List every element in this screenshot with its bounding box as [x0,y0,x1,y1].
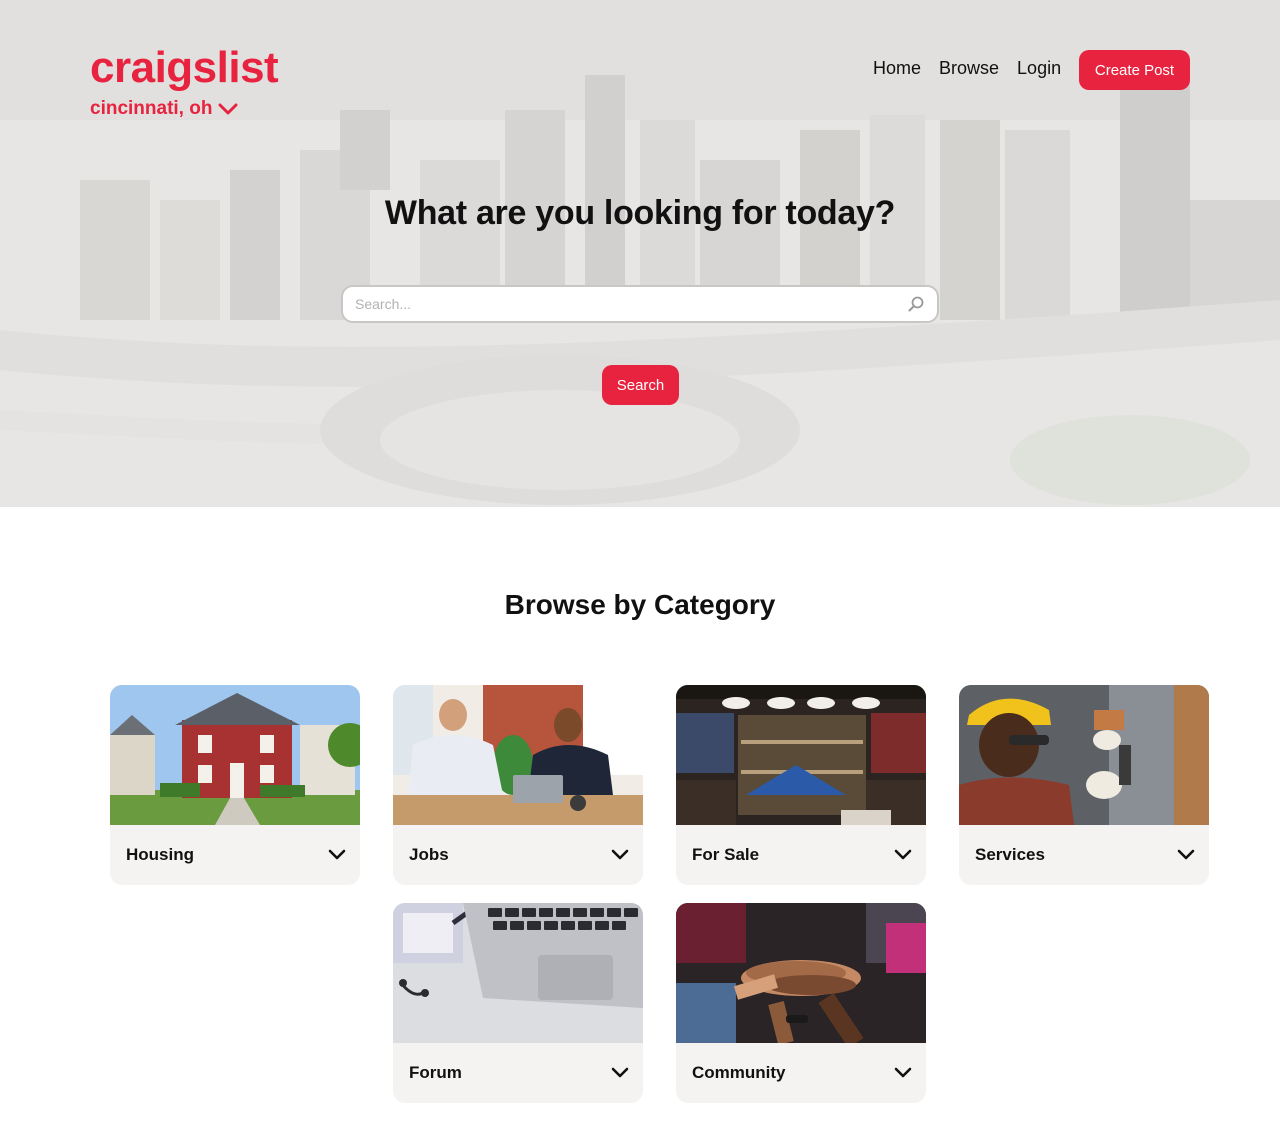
chevron-down-icon[interactable] [611,849,629,861]
chevron-down-icon [218,103,238,115]
hero-title: What are you looking for today? [384,194,896,232]
logo[interactable]: craigslist [90,46,279,90]
category-card-for-sale[interactable]: For Sale [676,685,926,885]
category-card-community[interactable]: Community [676,903,926,1103]
for-sale-image [676,685,926,825]
jobs-image [393,685,643,825]
chevron-down-icon[interactable] [611,1067,629,1079]
city-selector[interactable]: cincinnati, oh [90,98,238,120]
services-image [959,685,1209,825]
category-footer: For Sale [676,825,926,885]
section-title: Browse by Category [504,589,776,620]
nav-browse-link[interactable]: Browse [939,58,999,79]
search-button[interactable]: Search [602,365,679,405]
category-card-jobs[interactable]: Jobs [393,685,643,885]
main-nav: Home Browse Login [873,58,1061,79]
hero-banner: craigslist cincinnati, oh Home Browse Lo… [0,0,1280,507]
category-card-forum[interactable]: Forum [393,903,643,1103]
chevron-down-icon[interactable] [328,849,346,861]
chevron-down-icon[interactable] [894,849,912,861]
housing-image [110,685,360,825]
chevron-down-icon[interactable] [1177,849,1195,861]
create-post-button[interactable]: Create Post [1079,50,1190,90]
forum-image [393,903,643,1043]
community-image [676,903,926,1043]
city-selector-label: cincinnati, oh [90,98,213,119]
category-footer: Jobs [393,825,643,885]
category-label: Housing [126,845,194,864]
category-card-services[interactable]: Services [959,685,1209,885]
category-label: Forum [409,1063,462,1082]
logo-wordmark[interactable]: craigslist [90,46,279,90]
search-input[interactable] [355,296,907,312]
search-bar[interactable] [341,285,939,323]
category-label: Jobs [409,845,449,864]
category-footer: Community [676,1043,926,1103]
chevron-down-icon[interactable] [894,1067,912,1079]
category-label: Community [692,1063,786,1082]
nav-login-link[interactable]: Login [1017,58,1061,79]
category-footer: Housing [110,825,360,885]
nav-home-link[interactable]: Home [873,58,921,79]
category-footer: Forum [393,1043,643,1103]
search-icon[interactable] [907,295,925,313]
category-footer: Services [959,825,1209,885]
category-label: Services [975,845,1045,864]
category-label: For Sale [692,845,760,864]
category-card-housing[interactable]: Housing [110,685,360,885]
